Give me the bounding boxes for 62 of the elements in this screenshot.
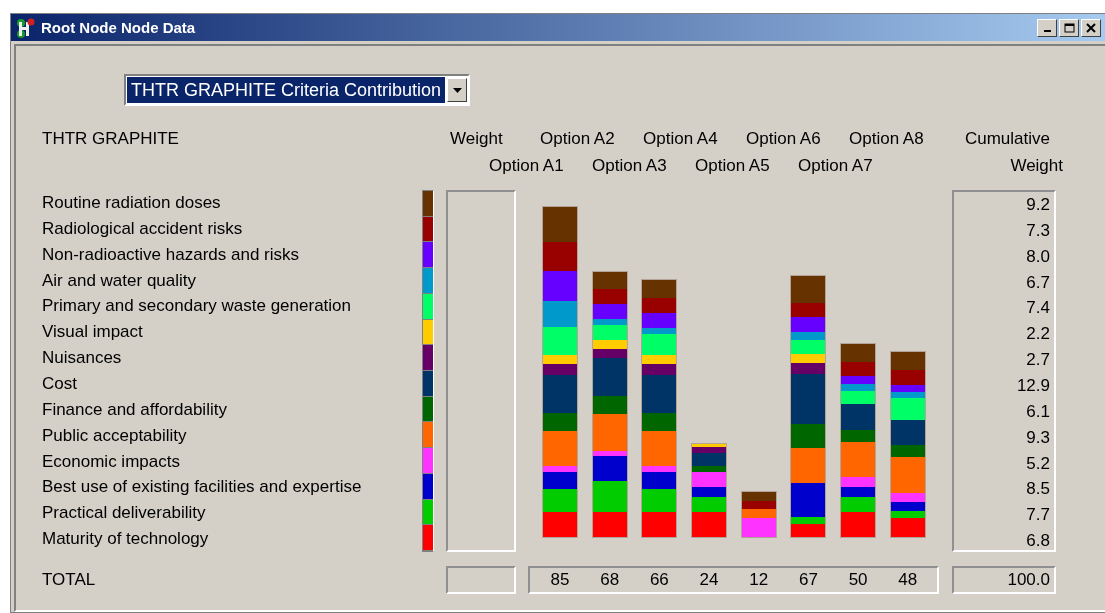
minimize-icon [1043, 30, 1051, 32]
cumulative-value: 6.8 [1025, 530, 1051, 553]
cumulative-heading: Weight [1009, 155, 1063, 176]
cumulative-total: 100.0 [952, 566, 1056, 594]
cumulative-value: 2.7 [1025, 349, 1051, 372]
maximize-icon [1063, 22, 1075, 33]
cumulative-value: 6.1 [1025, 400, 1051, 423]
window-title: Root Node Node Data [41, 19, 197, 36]
criterion-label: Public acceptability [42, 424, 188, 447]
option-heading: Option A2 [540, 128, 616, 149]
criterion-label: Nuisances [42, 347, 123, 370]
criterion-label: Practical deliverability [42, 502, 207, 525]
maximize-button[interactable] [1059, 18, 1079, 37]
cumulative-value: 7.7 [1025, 504, 1051, 527]
criterion-label: Visual impact [42, 321, 144, 344]
criterion-label: Economic impacts [42, 450, 181, 473]
option-total: 66 [648, 570, 670, 590]
criteria-heading: THTR GRAPHITE [42, 128, 180, 149]
total-weight-field [446, 566, 516, 594]
cumulative-heading: Cumulative [963, 128, 1050, 149]
cumulative-value: 5.2 [1025, 452, 1051, 475]
option-heading: Option A1 [489, 155, 565, 176]
total-label: TOTAL [42, 570, 97, 590]
cumulative-value: 9.2 [1025, 194, 1051, 216]
cumulative-value: 7.3 [1025, 219, 1051, 242]
close-button[interactable] [1081, 18, 1101, 37]
weight-heading: Weight [450, 128, 504, 149]
option-total: 67 [797, 570, 819, 590]
option-total: 12 [748, 570, 770, 590]
stacked-bar [741, 492, 776, 537]
cumulative-value: 8.5 [1025, 478, 1051, 501]
criterion-label: Radiological accident risks [42, 217, 244, 240]
cumulative-value: 6.7 [1025, 271, 1051, 294]
option-heading: Option A7 [798, 155, 874, 176]
criterion-label: Air and water quality [42, 269, 198, 292]
cumulative-value: 2.2 [1025, 323, 1051, 346]
option-total: 68 [599, 570, 621, 590]
cumulative-value: 8.0 [1025, 245, 1051, 268]
criterion-label: Cost [42, 373, 78, 395]
option-heading: Option A4 [643, 128, 719, 149]
cumulative-value: 9.3 [1025, 426, 1051, 449]
cumulative-value: 12.9 [1015, 375, 1051, 397]
caret-icon [452, 87, 462, 93]
option-total: 48 [897, 570, 919, 590]
criterion-label: Non-radioactive hazards and risks [42, 243, 300, 266]
criterion-label: Maturity of technology [42, 528, 210, 551]
minimize-button[interactable] [1037, 18, 1057, 37]
option-total: 24 [698, 570, 720, 590]
cumulative-value: 7.4 [1025, 297, 1051, 320]
app-icon [15, 16, 37, 39]
option-heading: Option A5 [695, 155, 771, 176]
option-heading: Option A8 [849, 128, 925, 149]
close-icon [1086, 22, 1096, 33]
option-total: 85 [549, 570, 571, 590]
option-heading: Option A3 [592, 155, 668, 176]
criterion-label: Routine radiation doses [42, 192, 222, 214]
option-heading: Option A6 [746, 128, 822, 149]
criterion-label: Best use of existing facilities and expertise [42, 476, 363, 499]
option-total: 50 [847, 570, 869, 590]
criterion-label: Finance and affordability [42, 398, 228, 421]
criterion-label: Primary and secondary waste generation [42, 295, 352, 318]
criteria-dropdown[interactable]: THTR GRAPHITE Criteria Contribution [124, 74, 471, 106]
